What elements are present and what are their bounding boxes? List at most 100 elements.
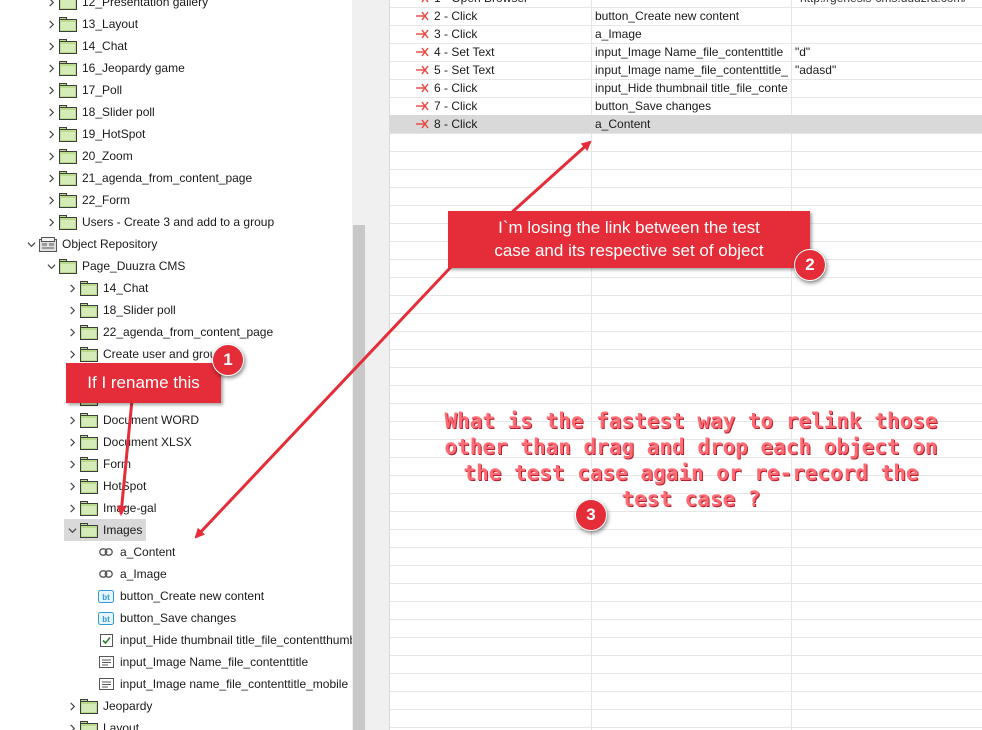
chevron-down-icon[interactable]	[23, 233, 39, 255]
tree-folder[interactable]: Object Repository	[23, 233, 157, 255]
chevron-down-icon[interactable]	[43, 255, 59, 277]
panel-divider[interactable]	[366, 0, 390, 730]
tree-folder[interactable]: 19_HotSpot	[43, 123, 145, 145]
chevron-right-icon[interactable]	[43, 0, 59, 13]
tree-item-label: Jeopardy	[103, 699, 153, 713]
text-input-icon	[97, 673, 115, 695]
tree-folder[interactable]: 14_Chat	[64, 277, 148, 299]
chevron-right-icon[interactable]	[64, 343, 80, 365]
step-action-icon	[416, 101, 429, 111]
test-step-row[interactable]: 3 - Click a_Image	[390, 25, 982, 43]
folder-icon	[59, 35, 77, 57]
tree-object[interactable]: a_Image	[81, 563, 167, 585]
tree-folder[interactable]: Layout	[64, 717, 139, 730]
tree-folder[interactable]: 12_Presentation gallery	[43, 0, 208, 13]
step-value	[800, 25, 982, 43]
chevron-right-icon[interactable]	[64, 475, 80, 497]
tree-folder[interactable]: Create user and group	[64, 343, 223, 365]
grid-row-line	[390, 691, 982, 692]
tree-folder[interactable]: 20_Zoom	[43, 145, 133, 167]
chevron-right-icon[interactable]	[64, 695, 80, 717]
chevron-right-icon[interactable]	[43, 167, 59, 189]
tree-folder[interactable]: Image-gal	[64, 497, 156, 519]
grid-row-line	[390, 277, 982, 278]
tree-folder[interactable]: 18_Slider poll	[43, 101, 155, 123]
tree-folder[interactable]: 16_Jeopardy game	[43, 57, 185, 79]
step-name: 2 - Click	[434, 9, 478, 23]
tree-item-label: input_Hide thumbnail title_file_contentt…	[120, 633, 352, 647]
chevron-right-icon[interactable]	[43, 189, 59, 211]
chevron-right-icon[interactable]	[43, 145, 59, 167]
tree-folder[interactable]: 22_Form	[43, 189, 130, 211]
chevron-right-icon[interactable]	[43, 123, 59, 145]
folder-icon	[59, 57, 77, 79]
grid-row-line	[390, 187, 982, 188]
tree-folder[interactable]: 18_Slider poll	[64, 299, 176, 321]
chevron-right-icon[interactable]	[64, 497, 80, 519]
test-step-row[interactable]: 2 - Click button_Create new content	[390, 7, 982, 25]
chevron-right-icon[interactable]	[64, 409, 80, 431]
step-value	[800, 43, 982, 61]
test-step-row[interactable]: 5 - Set Text input_Image name_file_conten…	[390, 61, 982, 79]
badge-2: 2	[794, 249, 826, 281]
test-step-row[interactable]: 6 - Click input_Hide thumbnail title_file…	[390, 79, 982, 97]
chevron-right-icon[interactable]	[64, 453, 80, 475]
tree-folder[interactable]: Jeopardy	[64, 695, 152, 717]
svg-text:bt: bt	[102, 593, 110, 602]
grid-row-line	[390, 403, 982, 404]
tree-item-label: a_Content	[120, 545, 176, 559]
callout-3-line3: the test case again or re-record the	[463, 461, 919, 485]
chevron-right-icon[interactable]	[43, 13, 59, 35]
tree-folder[interactable]: 22_agenda_from_content_page	[64, 321, 273, 343]
test-step-row[interactable]: 4 - Set Text input_Image Name_file_conten…	[390, 43, 982, 61]
tree-folder[interactable]: Document WORD	[64, 409, 199, 431]
chevron-right-icon[interactable]	[64, 717, 80, 730]
folder-icon	[80, 409, 98, 431]
chevron-down-icon[interactable]	[64, 519, 80, 541]
test-step-row[interactable]: 8 - Click a_Content	[390, 115, 982, 133]
chevron-right-icon[interactable]	[64, 299, 80, 321]
tree-object[interactable]: a_Content	[81, 541, 175, 563]
tree-item-label: Users - Create 3 and add to a group	[82, 215, 275, 229]
tree-object[interactable]: bt button_Save changes	[81, 607, 236, 629]
tree-object[interactable]: input_Image Name_file_contenttitle	[81, 651, 308, 673]
tree-folder[interactable]: Images	[64, 519, 147, 541]
tree-folder[interactable]: Users - Create 3 and add to a group	[43, 211, 274, 233]
folder-icon	[59, 145, 77, 167]
tree-folder[interactable]: Page_Duuzra CMS	[43, 255, 185, 277]
chevron-right-icon[interactable]	[43, 35, 59, 57]
tree-object[interactable]: input_Image name_file_contenttitle_mobil…	[81, 673, 348, 695]
test-step-row[interactable]: 7 - Click button_Save changes	[390, 97, 982, 115]
tree-folder[interactable]: 17_Poll	[43, 79, 122, 101]
chevron-right-icon[interactable]	[64, 321, 80, 343]
tree-object[interactable]: bt button_Create new content	[81, 585, 264, 607]
step-value	[800, 79, 982, 97]
tree-folder[interactable]: Document XLSX	[64, 431, 192, 453]
test-step-row[interactable]: 1 - Open Browser http://genesis-cms.duuzr…	[390, 0, 982, 7]
tree-item-label: Images	[103, 523, 143, 537]
callout-3-question: What is the fastest way to relink those …	[432, 408, 950, 512]
tree-folder[interactable]: 14_Chat	[43, 35, 127, 57]
chevron-right-icon[interactable]	[43, 101, 59, 123]
tree-vertical-scrollbar[interactable]	[352, 0, 366, 730]
tree-item-label: 17_Poll	[82, 83, 123, 97]
folder-icon	[80, 277, 98, 299]
tree-folder[interactable]: Form	[64, 453, 131, 475]
chevron-right-icon[interactable]	[43, 211, 59, 233]
chevron-right-icon[interactable]	[64, 277, 80, 299]
callout-2-line1: I`m losing the link between the test	[498, 218, 760, 237]
tree-object[interactable]: input_Hide thumbnail title_file_contentt…	[81, 629, 352, 651]
tree-folder[interactable]: 13_Layout	[43, 13, 138, 35]
tree-folder[interactable]: HotSpot	[64, 475, 146, 497]
chevron-right-icon[interactable]	[43, 79, 59, 101]
tree-folder[interactable]: 21_agenda_from_content_page	[43, 167, 252, 189]
scrollbar-thumb[interactable]	[353, 225, 365, 730]
chevron-right-icon[interactable]	[64, 431, 80, 453]
callout-1-text: If I rename this	[87, 373, 200, 392]
checkbox-icon	[97, 629, 115, 651]
chevron-right-icon[interactable]	[43, 57, 59, 79]
test-steps-table[interactable]: 1 - Open Browser http://genesis-cms.duuzr…	[390, 0, 982, 730]
step-value	[800, 7, 982, 25]
